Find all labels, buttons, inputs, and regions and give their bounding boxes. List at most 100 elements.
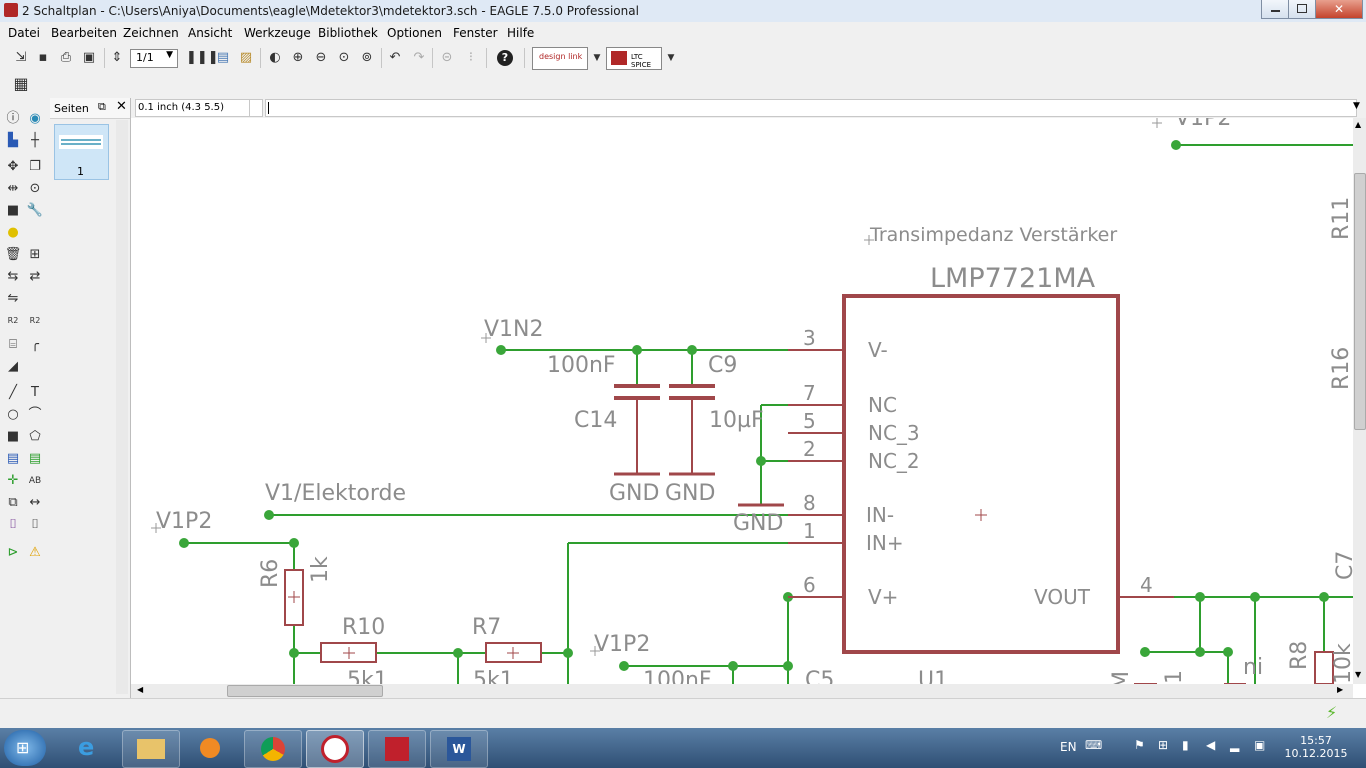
close-panel-icon[interactable]: ✕ (116, 99, 127, 114)
undo-icon[interactable]: ↶ (386, 49, 404, 67)
open-icon[interactable]: ⇲ (12, 49, 30, 67)
board-icon[interactable]: ❚❚❚ (186, 49, 219, 67)
close-button[interactable]: ✕ (1315, 0, 1363, 19)
go-icon[interactable]: ⁝ (462, 49, 480, 67)
add-icon[interactable]: ⊞ (26, 246, 44, 264)
script-icon[interactable]: ▤ (214, 49, 232, 67)
designlink-dropdown-icon[interactable]: ▼ (588, 49, 606, 67)
pinswap-icon[interactable]: ⇆ (4, 268, 22, 286)
delete-icon[interactable]: 🗑 (4, 246, 22, 264)
frame-icon[interactable]: ⌷ (4, 516, 22, 534)
word-taskbar-button[interactable]: W (430, 730, 488, 768)
windows-tray-icon[interactable]: ⊞ (1158, 738, 1168, 752)
attribute-icon[interactable]: ⧉ (4, 494, 22, 512)
save-icon[interactable]: ▪ (34, 49, 52, 67)
junction-icon[interactable]: ✛ (4, 472, 22, 490)
zoom-select-icon[interactable]: ⊚ (358, 49, 376, 67)
dimension-icon[interactable]: ↔ (26, 494, 44, 512)
scroll-left-icon[interactable]: ◀ (137, 685, 143, 694)
wire-icon[interactable]: ╱ (4, 384, 22, 402)
copy-icon[interactable]: ❐ (26, 158, 44, 176)
ltspice-dropdown-icon[interactable]: ▼ (662, 49, 680, 67)
ulp-icon[interactable]: ▨ (237, 49, 255, 67)
command-input[interactable] (265, 99, 1357, 117)
replace-icon[interactable]: ⇄ (26, 268, 44, 286)
gateswap-icon[interactable]: ⇋ (4, 290, 22, 308)
menu-datei[interactable]: Datei (8, 26, 40, 40)
network-icon[interactable]: ▂ (1230, 738, 1239, 752)
volume-icon[interactable]: ◀ (1206, 738, 1215, 752)
change-icon[interactable]: 🔧 (26, 202, 44, 220)
rect-icon[interactable]: ■ (4, 428, 22, 446)
menu-ansicht[interactable]: Ansicht (188, 26, 232, 40)
info-icon[interactable]: ⓘ (4, 110, 22, 128)
start-button[interactable]: ⊞ (4, 730, 46, 766)
designlink-button[interactable]: design link (532, 47, 588, 70)
warning-icon[interactable]: ⚠ (26, 544, 44, 562)
mark-icon[interactable]: ┼ (26, 132, 44, 150)
sheet-icon[interactable]: ⇕ (108, 49, 126, 67)
ie-taskbar-button[interactable]: e (62, 730, 118, 766)
bus-icon[interactable]: ▤ (4, 450, 22, 468)
zoom-redraw-icon[interactable]: ⊙ (335, 49, 353, 67)
horizontal-scrollbar[interactable]: ◀ ▶ (131, 684, 1353, 698)
flag-icon[interactable]: ⚑ (1134, 738, 1145, 752)
minimize-button[interactable] (1261, 0, 1289, 19)
mirror-icon[interactable]: ⇹ (4, 180, 22, 198)
language-indicator[interactable]: EN (1060, 740, 1077, 754)
grid-icon[interactable]: ▦ (12, 75, 30, 93)
zoom-in-icon[interactable]: ⊕ (289, 49, 307, 67)
pages-scrollbar[interactable] (116, 120, 128, 694)
scroll-right-icon[interactable]: ▶ (1337, 685, 1343, 694)
value-icon[interactable]: R2 (26, 312, 44, 330)
security-icon[interactable]: ▣ (1254, 738, 1265, 752)
ltspice-button[interactable]: LTC SPICE (606, 47, 662, 70)
rotate-icon[interactable]: ⊙ (26, 180, 44, 198)
zoom-fit-icon[interactable]: ◐ (266, 49, 284, 67)
zoom-out-icon[interactable]: ⊖ (312, 49, 330, 67)
circle-icon[interactable]: ○ (4, 406, 22, 424)
net-icon[interactable]: ▤ (26, 450, 44, 468)
scroll-down-icon[interactable]: ▼ (1355, 670, 1361, 679)
command-history-icon[interactable]: ▼ (1353, 101, 1360, 111)
arc-icon[interactable]: ⌒ (26, 406, 44, 424)
explorer-taskbar-button[interactable] (122, 730, 180, 768)
polygon-icon[interactable]: ⬠ (26, 428, 44, 446)
move-icon[interactable]: ✥ (4, 158, 22, 176)
acrobat-taskbar-button[interactable] (368, 730, 426, 768)
eagle-taskbar-button[interactable] (306, 730, 364, 768)
page-thumbnail[interactable]: 1 (54, 124, 109, 180)
horizontal-scroll-thumb[interactable] (227, 685, 383, 697)
show-icon[interactable]: ◉ (26, 110, 44, 128)
paste-icon[interactable]: ● (4, 224, 22, 242)
print-icon[interactable]: ⎙ (57, 49, 75, 67)
cam-icon[interactable]: ▣ (80, 49, 98, 67)
scroll-up-icon[interactable]: ▲ (1355, 120, 1361, 129)
vertical-scrollbar[interactable]: ▲ ▼ (1353, 118, 1366, 684)
media-taskbar-button[interactable] (182, 730, 238, 766)
menu-zeichnen[interactable]: Zeichnen (123, 26, 179, 40)
battery-icon[interactable]: ▮ (1182, 738, 1189, 752)
system-clock[interactable]: 15:57 10.12.2015 (1282, 734, 1350, 760)
menu-optionen[interactable]: Optionen (387, 26, 442, 40)
sheet-select[interactable]: 1/1 ▼ (130, 49, 178, 68)
menu-bibliothek[interactable]: Bibliothek (318, 26, 378, 40)
name-icon[interactable]: R2 (4, 312, 22, 330)
command-toggle[interactable] (249, 99, 263, 117)
miter-icon[interactable]: ╭ (26, 336, 44, 354)
chrome-taskbar-button[interactable] (244, 730, 302, 768)
menu-bearbeiten[interactable]: Bearbeiten (51, 26, 117, 40)
restore-button[interactable] (1288, 0, 1316, 19)
menu-fenster[interactable]: Fenster (453, 26, 498, 40)
text-icon[interactable]: T (26, 384, 44, 402)
undock-icon[interactable]: ⧉ (98, 100, 106, 114)
menu-hilfe[interactable]: Hilfe (507, 26, 534, 40)
erc-icon[interactable]: ⊳ (4, 544, 22, 562)
vertical-scroll-thumb[interactable] (1354, 173, 1366, 430)
smash-icon[interactable]: ⌸ (4, 336, 22, 354)
keyboard-icon[interactable]: ⌨ (1085, 738, 1102, 752)
label-icon[interactable]: AB (26, 472, 44, 490)
invoke-icon[interactable]: ⌷ (26, 516, 44, 534)
group-icon[interactable]: ■ (4, 202, 22, 220)
menu-werkzeuge[interactable]: Werkzeuge (244, 26, 311, 40)
